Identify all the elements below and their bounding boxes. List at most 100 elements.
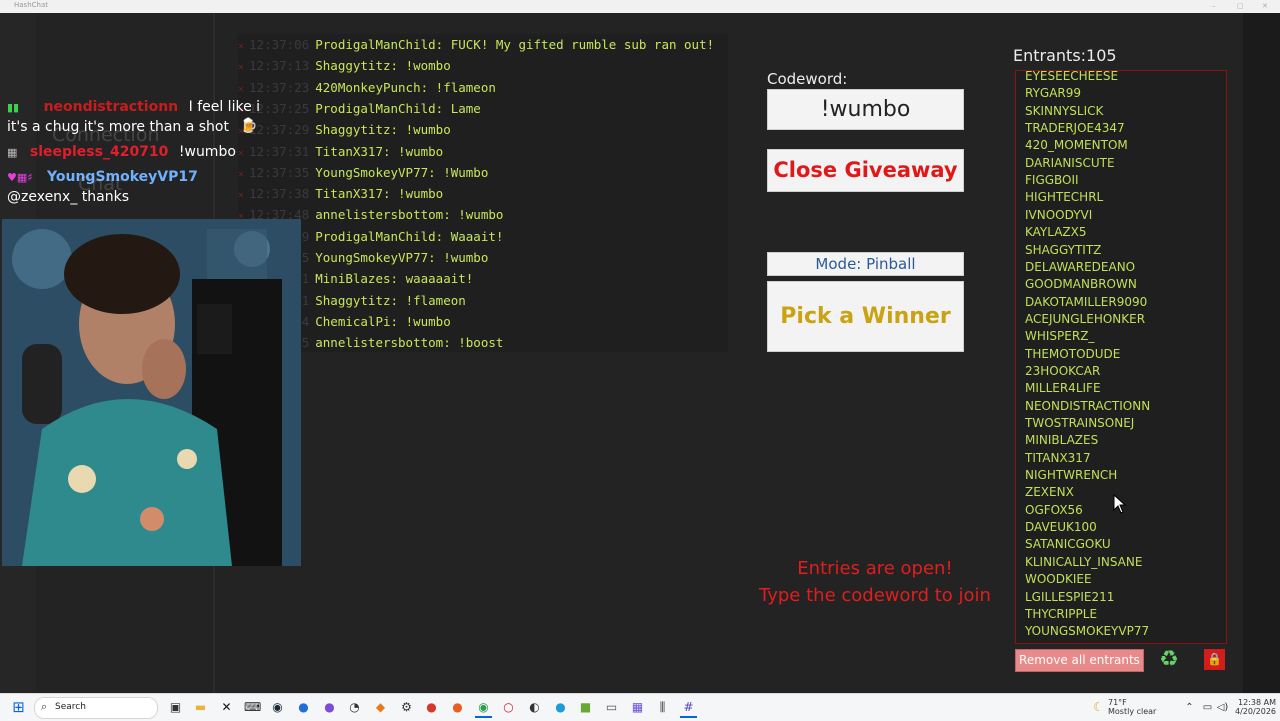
chat-message: FUCK! My gifted rumble sub ran out! <box>450 37 715 52</box>
recycle-icon[interactable]: ♻ <box>1157 648 1181 672</box>
entrant-item[interactable]: YOUNGSMOKEYVP77 <box>1025 624 1149 638</box>
opera-icon[interactable]: ○ <box>500 699 517 716</box>
delete-message-icon[interactable]: ✕ <box>238 148 244 159</box>
weather-temp: 71°F <box>1108 698 1127 707</box>
entrant-item[interactable]: KAYLAZX5 <box>1025 225 1087 239</box>
app-icon-1[interactable]: ● <box>295 699 312 716</box>
steam-icon[interactable]: ◉ <box>269 699 286 716</box>
search-placeholder: Search <box>55 702 86 712</box>
x-icon[interactable]: ✕ <box>218 699 235 716</box>
app-icon-5[interactable]: ⚙ <box>398 699 415 716</box>
taskbar-search[interactable]: ⌕ Search <box>34 697 158 719</box>
pick-winner-button[interactable]: Pick a Winner <box>767 281 964 352</box>
entrant-item[interactable]: MILLER4LIFE <box>1025 381 1101 395</box>
window-title-bar: HashChat – ▢ ✕ <box>0 0 1280 14</box>
app-icon-3[interactable]: ◔ <box>346 699 363 716</box>
entrant-item[interactable]: SATANICGOKU <box>1025 537 1111 551</box>
delete-message-icon[interactable]: ✕ <box>238 84 244 95</box>
mode-selector[interactable]: Mode: Pinball <box>767 252 964 276</box>
maximize-icon[interactable]: ▢ <box>1237 2 1244 10</box>
file-explorer-icon[interactable]: ▬ <box>192 699 209 716</box>
entrant-item[interactable]: 23HOOKCAR <box>1025 364 1100 378</box>
codeword-label: Codeword: <box>767 70 848 88</box>
entrant-item[interactable]: NIGHTWRENCH <box>1025 468 1117 482</box>
remove-all-entrants-button[interactable]: Remove all entrants <box>1015 649 1144 672</box>
entrant-item[interactable]: TRADERJOE4347 <box>1025 121 1125 135</box>
entrant-item[interactable]: ACEJUNGLEHONKER <box>1025 312 1145 326</box>
chat-timestamp: 12:37:35 <box>249 164 310 180</box>
entrant-item[interactable]: MINIBLAZES <box>1025 433 1098 447</box>
task-view-icon[interactable]: ▣ <box>167 699 184 716</box>
minimize-icon[interactable]: – <box>1212 2 1216 10</box>
chat-timestamp: 12:37:23 <box>249 79 310 95</box>
entrants-list[interactable]: EYESEECHEESE RYGAR99 SKINNYSLICK TRADERJOE4… <box>1015 70 1227 644</box>
chat-separator: : <box>382 186 399 202</box>
chevron-up-icon[interactable]: ⌃ <box>1181 699 1198 716</box>
lock-icon[interactable]: 🔒 <box>1204 649 1225 670</box>
app-icon-10[interactable]: ▦ <box>629 699 646 716</box>
app-icon-9[interactable]: ■ <box>577 699 594 716</box>
close-icon[interactable]: ✕ <box>1262 2 1268 10</box>
entrant-item[interactable]: NEONDISTRACTIONN <box>1025 399 1150 413</box>
weather-widget[interactable]: 71°F Mostly clear <box>1108 698 1156 716</box>
entrant-item[interactable]: WHISPERZ_ <box>1025 329 1094 343</box>
chat-separator: : <box>428 164 444 180</box>
entrant-item[interactable]: LGILLESPIE211 <box>1025 590 1114 604</box>
codeword-field[interactable]: !wumbo <box>767 89 964 130</box>
volume-icon[interactable]: ◁) <box>1214 699 1231 716</box>
entrant-item[interactable]: DARIANISCUTE <box>1025 156 1115 170</box>
entrant-item[interactable]: THYCRIPPLE <box>1025 607 1097 621</box>
windows-start-icon[interactable]: ⊞ <box>10 699 27 716</box>
chat-separator: : <box>435 228 451 244</box>
entrant-item[interactable]: GOODMANBROWN <box>1025 277 1137 291</box>
firefox-icon[interactable]: ● <box>449 699 466 716</box>
clock[interactable]: 12:38 AM 4/20/2026 <box>1235 698 1276 716</box>
entrant-item[interactable]: TITANX317 <box>1025 451 1091 465</box>
entrant-item[interactable]: DAKOTAMILLER9090 <box>1025 295 1147 309</box>
chat-timestamp: 12:37:29 <box>249 122 310 138</box>
chrome-icon[interactable]: ◉ <box>475 699 492 718</box>
entrant-item[interactable]: SHAGGYTITZ <box>1025 243 1101 257</box>
entrant-item[interactable]: SKINNYSLICK <box>1025 104 1103 118</box>
delete-message-icon[interactable]: ✕ <box>238 169 244 180</box>
app-icon-6[interactable]: ● <box>423 699 440 716</box>
terminal-icon[interactable]: ⌨ <box>244 699 261 716</box>
app-icon-2[interactable]: ● <box>321 699 338 716</box>
delete-message-icon[interactable]: ✕ <box>238 41 244 52</box>
entrant-item[interactable]: ZEXENX <box>1025 485 1074 499</box>
app-icon-11[interactable]: ⫼ <box>654 699 671 716</box>
entrant-item[interactable]: WOODKIEE <box>1025 572 1092 586</box>
entrant-item[interactable]: OGFOX56 <box>1025 503 1083 517</box>
app-icon-7[interactable]: ◐ <box>526 699 543 716</box>
chat-log-row: ✕ 12:37:29 Shaggytitz: !wumbo <box>238 119 451 140</box>
overlay-line-1: ▮▮ neondistractionn I feel like i <box>7 99 261 115</box>
chat-username: TitanX317 <box>315 143 383 159</box>
chat-timestamp: 12:37:31 <box>249 143 310 159</box>
entrant-item[interactable]: DELAWAREDEANO <box>1025 260 1135 274</box>
chat-username: Shaggytitz <box>315 58 391 74</box>
close-giveaway-button[interactable]: Close Giveaway <box>767 149 964 192</box>
entrant-item[interactable]: RYGAR99 <box>1025 86 1081 100</box>
chat-username: TitanX317 <box>315 186 383 202</box>
entrant-item[interactable]: HIGHTECHRL <box>1025 190 1103 204</box>
entrant-item[interactable]: EYESEECHEESE <box>1025 71 1118 83</box>
entrant-item[interactable]: IVNOODYVI <box>1025 208 1092 222</box>
camera-icon[interactable]: ▭ <box>603 699 620 716</box>
entrant-item[interactable]: FIGGBOII <box>1025 173 1079 187</box>
app-icon-4[interactable]: ◆ <box>372 699 389 716</box>
entrant-item[interactable]: DAVEUK100 <box>1025 520 1097 534</box>
entrant-item[interactable]: TWOSTRAINSONEJ <box>1025 416 1134 430</box>
entrant-item[interactable]: KLINICALLY_INSANE <box>1025 555 1142 569</box>
delete-message-icon[interactable]: ✕ <box>238 62 244 73</box>
chat-separator: : <box>443 207 459 223</box>
app-icon-8[interactable]: ● <box>552 699 569 716</box>
chat-separator: : <box>382 143 399 159</box>
entrant-item[interactable]: THEMOTODUDE <box>1025 347 1120 361</box>
taskbar: ⊞ ⌕ Search ▣ ▬ ✕ ⌨ ◉ ● ● ◔ ◆ ⚙ ● ● ◉ ○ ◐… <box>0 693 1280 721</box>
delete-message-icon[interactable]: ✕ <box>238 190 244 201</box>
hashchat-icon[interactable]: # <box>680 699 697 718</box>
entrant-item[interactable]: 420_MOMENTOM <box>1025 138 1128 152</box>
chat-log[interactable]: ✕ 12:37:06 ProdigalManChild: FUCK! My gift… <box>238 34 728 352</box>
chat-message: !wombo <box>405 58 451 74</box>
chat-timestamp: 12:37:06 <box>249 37 310 52</box>
